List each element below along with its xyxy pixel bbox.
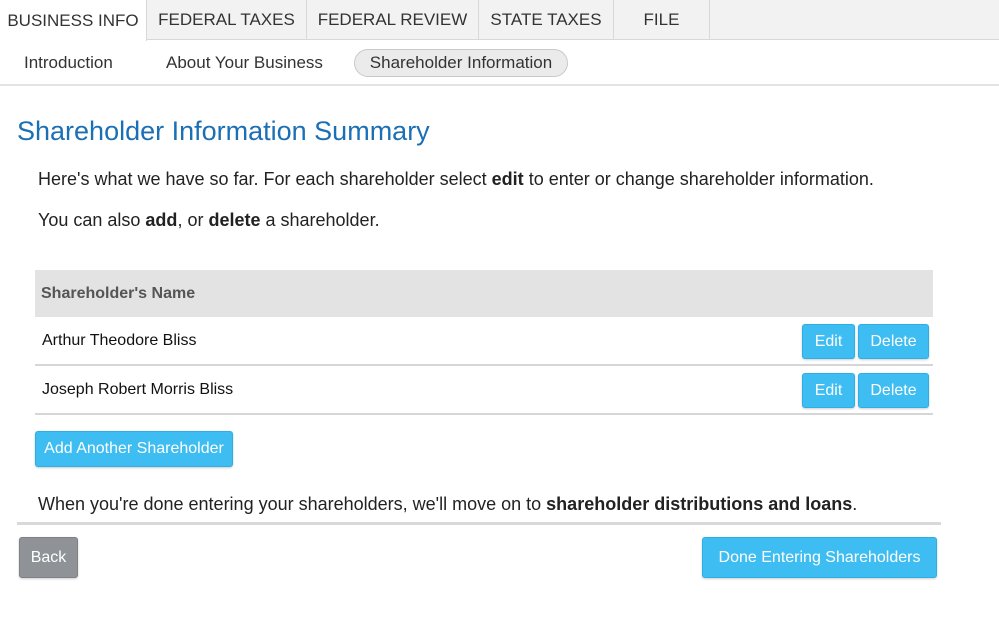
tab-state-taxes[interactable]: STATE TAXES xyxy=(479,0,614,40)
row-actions: Edit Delete xyxy=(802,373,929,408)
subtab-introduction[interactable]: Introduction xyxy=(24,49,113,77)
done-bold-distributions: shareholder distributions and loans xyxy=(546,494,853,514)
sub-navigation-tabs: Introduction About Your Business Shareho… xyxy=(0,41,999,86)
delete-button[interactable]: Delete xyxy=(858,324,929,359)
intro-bold-edit: edit xyxy=(491,169,524,189)
tab-federal-review[interactable]: FEDERAL REVIEW xyxy=(307,0,479,40)
also-text-2: , or xyxy=(177,210,209,230)
page-title: Shareholder Information Summary xyxy=(17,116,430,146)
also-text-3: a shareholder. xyxy=(260,210,380,230)
top-navigation-tabs: BUSINESS INFO FEDERAL TAXES FEDERAL REVI… xyxy=(0,0,999,41)
shareholder-name: Arthur Theodore Bliss xyxy=(42,331,197,349)
table-row: Arthur Theodore Bliss Edit Delete xyxy=(35,317,933,366)
add-shareholder-button[interactable]: Add Another Shareholder xyxy=(35,431,233,467)
subtab-about-your-business[interactable]: About Your Business xyxy=(166,49,323,77)
subtab-shareholder-information[interactable]: Shareholder Information xyxy=(354,49,568,77)
edit-button[interactable]: Edit xyxy=(802,373,855,408)
table-row: Joseph Robert Morris Bliss Edit Delete xyxy=(35,366,933,415)
add-delete-paragraph: You can also add, or delete a shareholde… xyxy=(38,210,380,231)
back-button[interactable]: Back xyxy=(19,537,78,578)
also-text-1: You can also xyxy=(38,210,146,230)
next-step-paragraph: When you're done entering your sharehold… xyxy=(38,494,857,515)
tab-business-info[interactable]: BUSINESS INFO xyxy=(0,0,147,41)
edit-button[interactable]: Edit xyxy=(802,324,855,359)
intro-text-2: to enter or change shareholder informati… xyxy=(523,169,874,189)
tab-federal-taxes[interactable]: FEDERAL TAXES xyxy=(147,0,307,40)
table-header: Shareholder's Name xyxy=(35,270,933,317)
done-text-1: When you're done entering your sharehold… xyxy=(38,494,547,514)
intro-text-1: Here's what we have so far. For each sha… xyxy=(38,169,492,189)
shareholder-table: Shareholder's Name Arthur Theodore Bliss… xyxy=(35,270,933,415)
also-bold-add: add xyxy=(145,210,178,230)
tab-file[interactable]: FILE xyxy=(614,0,710,40)
done-entering-shareholders-button[interactable]: Done Entering Shareholders xyxy=(702,537,937,578)
also-bold-delete: delete xyxy=(208,210,261,230)
shareholder-name: Joseph Robert Morris Bliss xyxy=(42,380,234,398)
row-actions: Edit Delete xyxy=(802,324,929,359)
done-text-2: . xyxy=(852,494,858,514)
delete-button[interactable]: Delete xyxy=(858,373,929,408)
intro-paragraph: Here's what we have so far. For each sha… xyxy=(38,169,874,190)
footer-divider xyxy=(17,522,941,525)
